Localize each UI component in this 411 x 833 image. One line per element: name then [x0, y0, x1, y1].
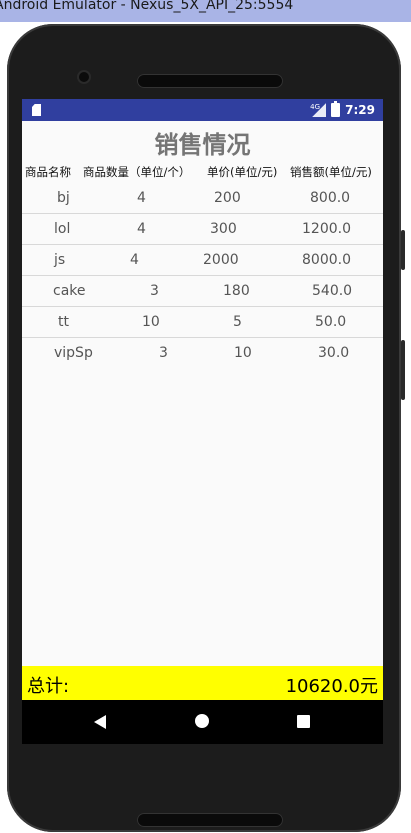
battery-icon: [331, 101, 341, 117]
status-time: 7:29: [345, 103, 375, 117]
cell-price: 300: [210, 221, 237, 237]
cell-sales: 8000.0: [302, 252, 351, 268]
navigation-bar: [22, 700, 383, 744]
sd-card-icon: [32, 104, 41, 116]
emulator-title-bar: Android Emulator - Nexus_5X_API_25:5554: [0, 0, 411, 22]
table-row[interactable]: tt 10 5 50.0: [22, 307, 383, 338]
cell-quantity: 4: [137, 190, 146, 206]
cell-sales: 50.0: [315, 314, 347, 330]
signal-icon: 4G: [310, 103, 327, 117]
total-label: 总计:: [27, 676, 70, 697]
sales-table: 商品名称 商品数量（单位/个） 单价(单位/元) 销售额(单位/元) bj 4 …: [22, 162, 383, 368]
cell-price: 2000: [203, 252, 239, 268]
cell-sales: 800.0: [310, 190, 351, 206]
cell-quantity: 4: [130, 252, 139, 268]
recent-apps-icon[interactable]: [297, 715, 310, 728]
status-bar: 4G 7:29: [22, 99, 383, 121]
header-sales: 销售额(单位/元): [290, 165, 372, 179]
cell-sales: 1200.0: [302, 221, 351, 237]
cell-quantity: 4: [137, 221, 146, 237]
header-quantity: 商品数量（单位/个）: [83, 165, 191, 179]
top-speaker: [137, 74, 283, 88]
network-type: 4G: [310, 103, 321, 111]
table-row[interactable]: cake 3 180 540.0: [22, 276, 383, 307]
header-name: 商品名称: [25, 165, 71, 179]
cell-sales: 30.0: [318, 345, 350, 361]
cell-quantity: 3: [150, 283, 159, 299]
bottom-speaker: [137, 813, 283, 827]
table-row[interactable]: js 4 2000 8000.0: [22, 245, 383, 276]
cell-name: lol: [54, 221, 71, 237]
header-unit-price: 单价(单位/元): [207, 165, 278, 179]
cell-price: 5: [233, 314, 242, 330]
total-bar: 总计: 10620.0元: [22, 666, 383, 700]
volume-button[interactable]: [401, 230, 405, 270]
table-row[interactable]: bj 4 200 800.0: [22, 183, 383, 214]
cell-quantity: 10: [142, 314, 160, 330]
cell-price: 10: [234, 345, 252, 361]
power-button[interactable]: [401, 340, 405, 400]
cell-name: vipSp: [54, 345, 93, 361]
cell-sales: 540.0: [312, 283, 353, 299]
front-camera: [79, 72, 89, 82]
cell-name: tt: [58, 314, 69, 330]
device-screen: 4G 7:29 销售情况 商品名称 商品数量（单位/个） 单价(单位/元) 销售…: [22, 99, 383, 744]
cell-quantity: 3: [159, 345, 168, 361]
cell-price: 200: [214, 190, 241, 206]
cell-name: bj: [57, 190, 70, 206]
table-row[interactable]: vipSp 3 10 30.0: [22, 338, 383, 368]
back-icon[interactable]: [94, 715, 106, 729]
table-header: 商品名称 商品数量（单位/个） 单价(单位/元) 销售额(单位/元): [22, 162, 383, 183]
emulator-title: Android Emulator - Nexus_5X_API_25:5554: [0, 0, 294, 13]
home-icon[interactable]: [195, 714, 209, 728]
total-value: 10620.0元: [285, 676, 378, 697]
page-title: 销售情况: [154, 131, 251, 159]
cell-name: cake: [53, 283, 86, 299]
cell-name: js: [54, 252, 66, 268]
status-icons: 4G 7:29: [310, 101, 375, 118]
table-row[interactable]: lol 4 300 1200.0: [22, 214, 383, 245]
cell-price: 180: [223, 283, 250, 299]
